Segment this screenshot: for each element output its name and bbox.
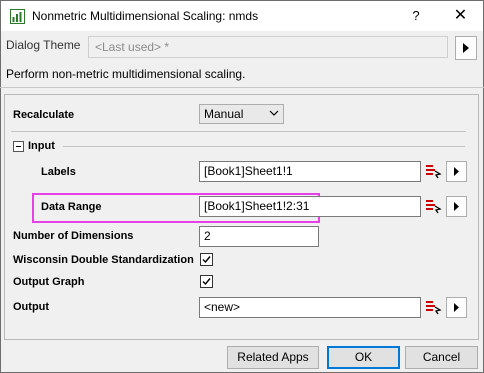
dialog-description: Perform non-metric multidimensional scal… xyxy=(6,67,246,81)
triangle-right-icon xyxy=(454,303,459,312)
related-apps-button[interactable]: Related Apps xyxy=(227,346,319,369)
recalculate-select[interactable]: Manual xyxy=(199,104,284,124)
ok-button[interactable]: OK xyxy=(327,346,400,369)
output-field[interactable]: <new> xyxy=(199,297,421,318)
minus-box-icon xyxy=(16,146,21,147)
close-button[interactable]: ✕ xyxy=(438,1,483,31)
data-range-field[interactable]: [Book1]Sheet1!2:31 xyxy=(199,196,421,217)
help-button[interactable]: ? xyxy=(397,1,435,31)
output-graph-label: Output Graph xyxy=(13,276,85,288)
wisconsin-label: Wisconsin Double Standardization xyxy=(13,254,194,266)
origin-app-icon xyxy=(10,9,25,24)
title-bar: Nonmetric Multidimensional Scaling: nmds… xyxy=(1,1,483,31)
window-title: Nonmetric Multidimensional Scaling: nmds xyxy=(32,9,259,23)
triangle-right-icon xyxy=(463,43,469,53)
data-range-label: Data Range xyxy=(41,201,102,213)
num-dimensions-label: Number of Dimensions xyxy=(13,230,134,242)
labels-field[interactable]: [Book1]Sheet1!1 xyxy=(199,161,421,182)
recalculate-value: Manual xyxy=(204,107,244,121)
triangle-right-icon xyxy=(454,167,459,176)
range-select-icon[interactable] xyxy=(424,197,443,216)
wisconsin-checkbox[interactable] xyxy=(200,253,213,266)
output-graph-checkbox[interactable] xyxy=(200,275,213,288)
separator xyxy=(11,131,466,132)
output-label: Output xyxy=(13,301,50,313)
num-dimensions-field[interactable]: 2 xyxy=(199,226,319,247)
checkmark-icon xyxy=(202,256,211,264)
range-select-icon[interactable] xyxy=(424,162,443,181)
labels-label: Labels xyxy=(41,166,76,178)
triangle-right-icon xyxy=(454,202,459,211)
collapse-input-toggle[interactable] xyxy=(13,141,24,152)
cancel-button[interactable]: Cancel xyxy=(405,346,478,369)
data-range-flyout-button[interactable] xyxy=(446,196,467,217)
dialog-theme-label: Dialog Theme xyxy=(6,38,81,52)
output-flyout-button[interactable] xyxy=(446,297,467,318)
recalculate-label: Recalculate xyxy=(13,109,75,121)
input-group-label: Input xyxy=(28,140,55,152)
dialog-theme-combo[interactable]: <Last used> * xyxy=(88,36,448,58)
labels-flyout-button[interactable] xyxy=(446,161,467,182)
chevron-down-icon xyxy=(269,110,279,116)
separator xyxy=(0,87,484,88)
input-group-divider xyxy=(63,146,465,147)
checkmark-icon xyxy=(202,278,211,286)
range-select-icon[interactable] xyxy=(424,298,443,317)
theme-flyout-button[interactable] xyxy=(455,36,477,60)
